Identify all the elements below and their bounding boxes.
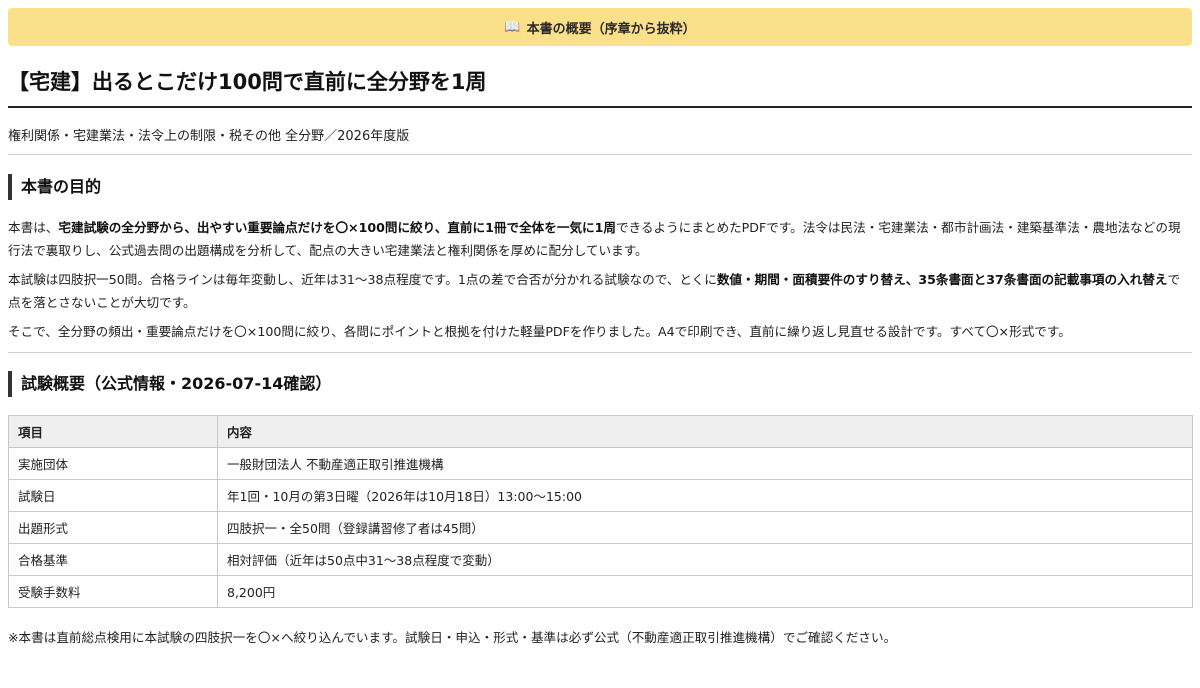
row-value: 一般財団法人 不動産適正取引推進機構 bbox=[217, 447, 1193, 480]
row-label: 試験日 bbox=[8, 479, 218, 512]
table-header-row: 項目 内容 bbox=[8, 415, 1193, 448]
book-icon: 📖 bbox=[504, 19, 521, 35]
row-value: 相対評価（近年は50点中31〜38点程度で変動） bbox=[217, 543, 1193, 576]
row-value: 8,200円 bbox=[217, 575, 1193, 608]
column-header-item: 項目 bbox=[8, 415, 218, 448]
bold-run: 数値・期間・面積要件のすり替え、35条書面と37条書面の記載事項の入れ替え bbox=[716, 272, 1168, 287]
row-label: 受験手数料 bbox=[8, 575, 218, 608]
page-title: 【宅建】出るとこだけ100問で直前に全分野を1周 bbox=[8, 70, 487, 94]
table-row: 出題形式 四肢択一・全50問（登録講習修了者は45問） bbox=[8, 511, 1193, 544]
section-heading-overview: 試験概要（公式情報・2026-07-14確認） bbox=[8, 371, 331, 397]
bold-run: 宅建試験の全分野から、出やすい重要論点だけを〇×100問に絞り、直前に1冊で全体… bbox=[58, 220, 616, 235]
divider bbox=[8, 154, 1192, 155]
column-header-content: 内容 bbox=[217, 415, 1193, 448]
purpose-paragraph-1: 本書は、宅建試験の全分野から、出やすい重要論点だけを〇×100問に絞り、直前に1… bbox=[8, 216, 1192, 262]
table-row: 実施団体 一般財団法人 不動産適正取引推進機構 bbox=[8, 447, 1193, 480]
text-run: 本試験は四肢択一50問。合格ラインは毎年変動し、近年は31〜38点程度です。1点… bbox=[8, 272, 717, 287]
table-row: 合格基準 相対評価（近年は50点中31〜38点程度で変動） bbox=[8, 543, 1193, 576]
table-row: 試験日 年1回・10月の第3日曜（2026年は10月18日）13:00〜15:0… bbox=[8, 479, 1193, 512]
table-row: 受験手数料 8,200円 bbox=[8, 575, 1193, 608]
row-label: 合格基準 bbox=[8, 543, 218, 576]
footnote: ※本書は直前総点検用に本試験の四肢択一を〇×へ絞り込んでいます。試験日・申込・形… bbox=[8, 630, 897, 645]
banner-text: 本書の概要（序章から抜粋） bbox=[526, 21, 696, 37]
row-label: 実施団体 bbox=[8, 447, 218, 480]
summary-banner: 📖 本書の概要（序章から抜粋） bbox=[8, 8, 1192, 46]
title-divider bbox=[8, 106, 1192, 108]
exam-overview-table: 項目 内容 実施団体 一般財団法人 不動産適正取引推進機構 試験日 年1回・10… bbox=[8, 415, 1193, 608]
page-subtitle: 権利関係・宅建業法・法令上の制限・税その他 全分野／2026年度版 bbox=[8, 129, 410, 144]
purpose-paragraph-3: そこで、全分野の頻出・重要論点だけを〇×100問に絞り、各問にポイントと根拠を付… bbox=[8, 324, 1071, 339]
row-label: 出題形式 bbox=[8, 511, 218, 544]
text-run: 本書は、 bbox=[8, 220, 59, 235]
row-value: 四肢択一・全50問（登録講習修了者は45問） bbox=[217, 511, 1193, 544]
purpose-paragraph-2: 本試験は四肢択一50問。合格ラインは毎年変動し、近年は31〜38点程度です。1点… bbox=[8, 268, 1192, 314]
section-heading-purpose: 本書の目的 bbox=[8, 174, 101, 200]
row-value: 年1回・10月の第3日曜（2026年は10月18日）13:00〜15:00 bbox=[217, 479, 1193, 512]
divider bbox=[8, 352, 1192, 353]
document-page: 📖 本書の概要（序章から抜粋） 【宅建】出るとこだけ100問で直前に全分野を1周… bbox=[0, 0, 1200, 688]
